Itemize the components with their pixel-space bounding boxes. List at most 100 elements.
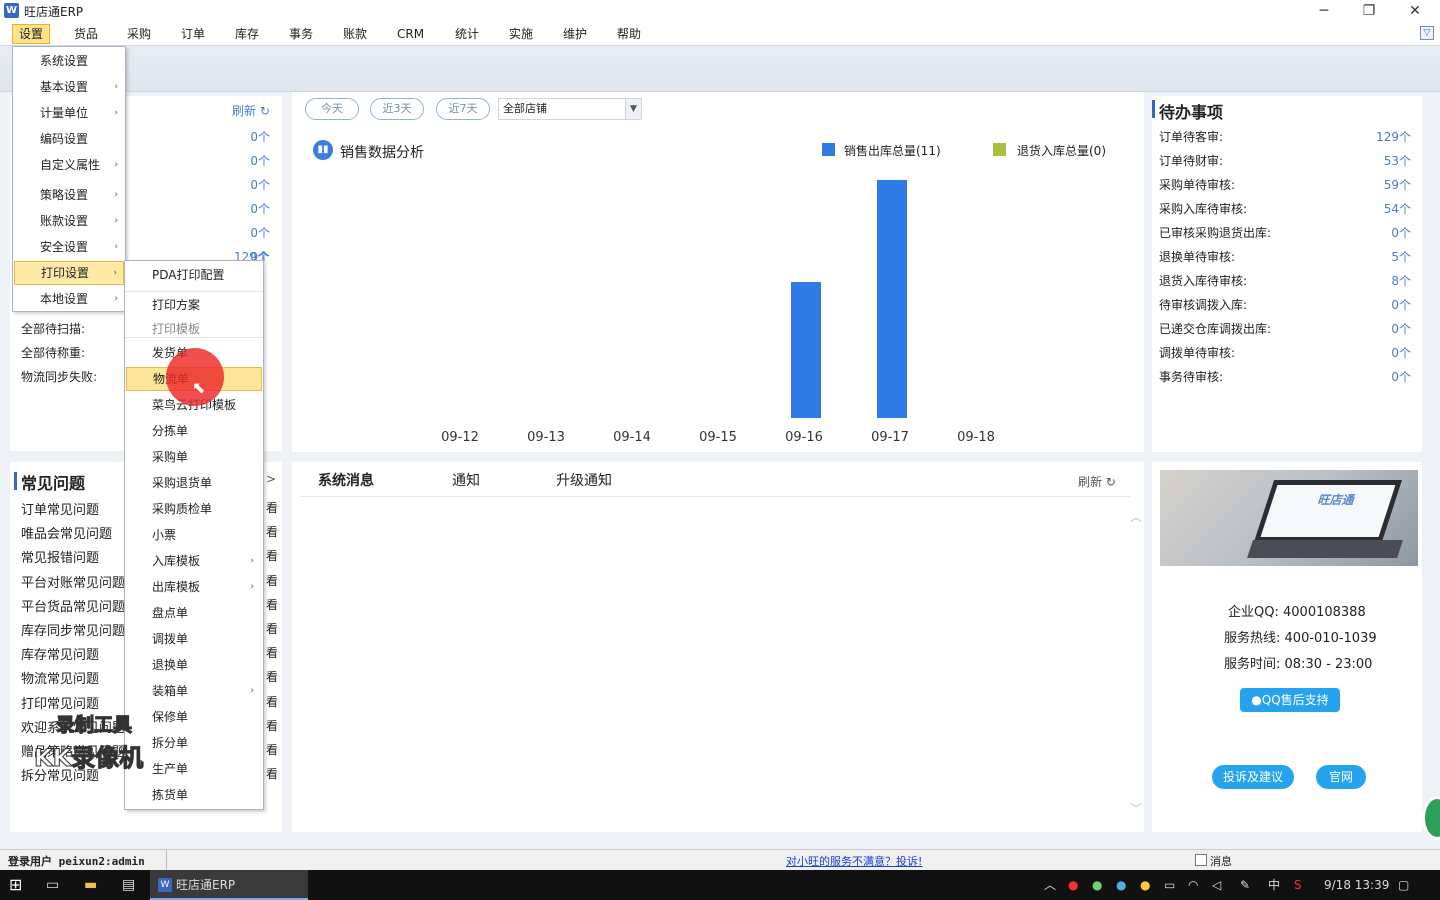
filter-today-button[interactable]: 今天 (305, 98, 359, 120)
menu-goods[interactable]: 货品 (68, 24, 104, 44)
taskbar-app-button[interactable]: W 旺店通ERP (150, 870, 308, 900)
menu-accounts[interactable]: 账款 (337, 24, 373, 44)
todo-item[interactable]: 采购入库待审核: 54个 (1159, 200, 1411, 217)
faq-see-link[interactable]: 看 (266, 596, 278, 613)
tray-app-icon[interactable]: ● (1116, 870, 1126, 900)
tab-system-messages[interactable]: 系统消息 (318, 470, 374, 490)
print-submenu-item[interactable]: 盘点单 (126, 601, 262, 625)
wifi-icon[interactable]: ◠ (1188, 870, 1198, 900)
menu-inventory[interactable]: 库存 (229, 24, 265, 44)
faq-see-link[interactable]: 看 (266, 620, 278, 637)
settings-menu-item[interactable]: 系统设置 (14, 49, 124, 73)
ime-indicator[interactable]: 中 (1268, 870, 1280, 900)
print-submenu-item[interactable]: 保修单 (126, 705, 262, 729)
faq-item[interactable]: 订单常见问题 (21, 499, 99, 518)
print-submenu-item[interactable]: 采购单 (126, 445, 262, 469)
faq-more-link[interactable]: > (266, 472, 276, 486)
print-submenu-item[interactable]: 装箱单 › (126, 679, 262, 703)
todo-item[interactable]: 退换单待审核: 5个 (1159, 248, 1411, 265)
menu-affairs[interactable]: 事务 (283, 24, 319, 44)
tray-app-icon[interactable]: ● (1140, 870, 1150, 900)
faq-item[interactable]: 唯品会常见问题 (21, 523, 112, 542)
print-submenu-item[interactable]: 小票 (126, 523, 262, 547)
tray-expand-icon[interactable]: ︿ (1044, 870, 1056, 900)
windows-start-icon[interactable]: ⊞ (9, 870, 22, 900)
print-submenu-item[interactable]: 采购退货单 (126, 471, 262, 495)
print-submenu-item[interactable]: 退换单 (126, 653, 262, 677)
print-submenu-item[interactable]: 生产单 (126, 757, 262, 781)
print-submenu-item[interactable]: 调拨单 (126, 627, 262, 651)
todo-item[interactable]: 事务待审核: 0个 (1159, 368, 1411, 385)
close-button[interactable]: ✕ (1393, 0, 1437, 22)
floating-widget-icon[interactable] (1422, 796, 1440, 840)
faq-see-link[interactable]: 看 (266, 572, 278, 589)
store-select[interactable]: 全部店铺 ▼ (498, 98, 642, 120)
collapse-ribbon-icon[interactable]: ▽ (1420, 26, 1434, 40)
todo-item[interactable]: 订单待财审: 53个 (1159, 152, 1411, 169)
print-submenu-item[interactable]: 拣货单 (126, 783, 262, 807)
print-submenu-item[interactable]: 出库模板 › (126, 575, 262, 599)
menu-orders[interactable]: 订单 (175, 24, 211, 44)
left-refresh-link[interactable]: 刷新 ↻ (232, 102, 270, 119)
settings-menu-item[interactable]: 编码设置 (14, 127, 124, 151)
filter-3days-button[interactable]: 近3天 (370, 98, 424, 120)
restore-button[interactable]: ❐ (1347, 0, 1391, 22)
messages-refresh-link[interactable]: 刷新 ↻ (1078, 473, 1116, 490)
file-explorer-icon[interactable]: ▬ (84, 870, 97, 900)
notification-icon[interactable]: ▢ (1398, 870, 1409, 900)
faq-see-link[interactable]: 看 (266, 741, 278, 758)
messages-checkbox[interactable] (1195, 854, 1207, 866)
print-submenu-item[interactable]: 入库模板 › (126, 549, 262, 573)
settings-menu-item[interactable]: 本地设置 › (14, 287, 124, 311)
todo-item[interactable]: 已审核采购退货出库: 0个 (1159, 224, 1411, 241)
scroll-up-icon[interactable]: ︿ (1130, 508, 1142, 525)
settings-menu-item[interactable]: 账款设置 › (14, 209, 124, 233)
battery-icon[interactable]: ▭ (1164, 870, 1175, 900)
faq-see-link[interactable]: 看 (266, 499, 278, 516)
print-submenu-item[interactable]: 打印方案 (126, 293, 262, 317)
notepad-icon[interactable]: ▤ (122, 870, 135, 900)
volume-icon[interactable]: ◁ (1212, 870, 1221, 900)
faq-item[interactable]: 常见报错问题 (21, 547, 99, 566)
print-submenu-item[interactable]: PDA打印配置 (126, 263, 262, 287)
faq-see-link[interactable]: 看 (266, 717, 278, 734)
settings-menu-item[interactable]: 打印设置 › (14, 261, 124, 285)
settings-menu-item[interactable]: 自定义属性 › (14, 153, 124, 177)
todo-item[interactable]: 待审核调拨入库: 0个 (1159, 296, 1411, 313)
qq-support-button[interactable]: ●QQ售后支持 (1240, 688, 1340, 712)
todo-item[interactable]: 采购单待审核: 59个 (1159, 176, 1411, 193)
todo-item[interactable]: 调拨单待审核: 0个 (1159, 344, 1411, 361)
pen-icon[interactable]: ✎ (1240, 870, 1250, 900)
menu-settings[interactable]: 设置 (12, 24, 51, 44)
official-site-button[interactable]: 官网 (1316, 765, 1366, 789)
minimize-button[interactable]: ─ (1302, 0, 1346, 22)
wechat-icon[interactable]: ● (1092, 870, 1102, 900)
print-submenu-item[interactable]: 拆分单 (126, 731, 262, 755)
todo-item[interactable]: 订单待客审: 129个 (1159, 128, 1411, 145)
print-submenu-item[interactable]: 分拣单 (126, 419, 262, 443)
faq-item[interactable]: 平台货品常见问题 (21, 596, 125, 615)
settings-menu-item[interactable]: 基本设置 › (14, 75, 124, 99)
faq-see-link[interactable]: 看 (266, 523, 278, 540)
faq-see-link[interactable]: 看 (266, 693, 278, 710)
faq-see-link[interactable]: 看 (266, 765, 278, 782)
menu-implement[interactable]: 实施 (503, 24, 539, 44)
faq-item[interactable]: 平台对账常见问题 (21, 572, 125, 591)
faq-see-link[interactable]: 看 (266, 644, 278, 661)
tab-notifications[interactable]: 通知 (452, 470, 480, 490)
menu-crm[interactable]: CRM (391, 24, 430, 44)
todo-item[interactable]: 已递交仓库调拨出库: 0个 (1159, 320, 1411, 337)
faq-item[interactable]: 库存同步常见问题 (21, 620, 125, 639)
sogou-icon[interactable]: S (1294, 870, 1302, 900)
faq-see-link[interactable]: 看 (266, 547, 278, 564)
settings-menu-item[interactable]: 计量单位 › (14, 101, 124, 125)
menu-stats[interactable]: 统计 (449, 24, 485, 44)
task-view-icon[interactable]: ▭ (46, 870, 59, 900)
print-submenu-item[interactable]: 采购质检单 (126, 497, 262, 521)
tab-upgrade-notifications[interactable]: 升级通知 (556, 470, 612, 490)
filter-7days-button[interactable]: 近7天 (436, 98, 490, 120)
feedback-link[interactable]: 对小旺的服务不满意？投诉! (786, 853, 922, 869)
faq-item[interactable]: 库存常见问题 (21, 644, 99, 663)
tray-app-icon[interactable]: ● (1068, 870, 1078, 900)
faq-item[interactable]: 打印常见问题 (21, 693, 99, 712)
